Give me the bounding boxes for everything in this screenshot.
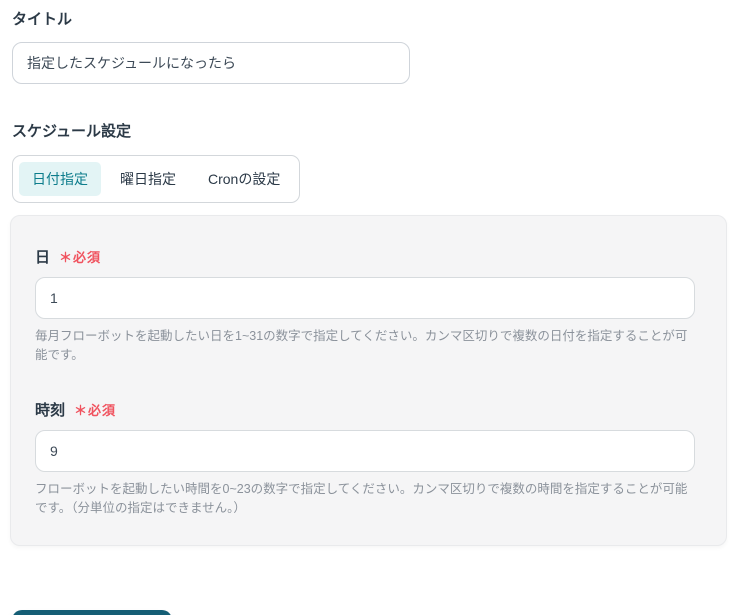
- tab-weekday-specify[interactable]: 曜日指定: [107, 162, 189, 196]
- time-label-row: 時刻 ＊必須: [35, 399, 693, 420]
- tab-cron-settings[interactable]: Cronの設定: [195, 162, 293, 196]
- time-input[interactable]: [35, 429, 695, 472]
- time-label: 時刻: [35, 401, 66, 419]
- schedule-settings-label: スケジュール設定: [12, 123, 131, 140]
- day-input[interactable]: [35, 277, 695, 319]
- time-field-group: 時刻 ＊必須 フローボットを起動したい時間を0~23の数字で指定してください。カ…: [35, 399, 695, 519]
- schedule-tab-group: 日付指定 曜日指定 Cronの設定: [12, 155, 301, 203]
- day-help-text: 毎月フローボットを起動したい日を1~31の数字で指定してください。カンマ区切りで…: [35, 329, 688, 363]
- save-button[interactable]: 保存する: [12, 609, 172, 615]
- date-schedule-panel: 日 ＊必須 毎月フローボットを起動したい日を1~31の数字で指定してください。カ…: [10, 215, 727, 546]
- title-label: タイトル: [12, 11, 73, 28]
- day-field-group: 日 ＊必須 毎月フローボットを起動したい日を1~31の数字で指定してください。カ…: [35, 246, 695, 366]
- tab-date-specify[interactable]: 日付指定: [19, 162, 101, 196]
- day-label: 日: [35, 249, 51, 266]
- title-input[interactable]: [12, 42, 410, 84]
- day-required-badge: ＊必須: [59, 250, 102, 265]
- day-label-row: 日 ＊必須: [35, 246, 693, 267]
- time-required-badge: ＊必須: [74, 402, 117, 418]
- schedule-trigger-settings-page: タイトル スケジュール設定 日付指定 曜日指定 Cronの設定 日 ＊必須 毎月…: [0, 0, 737, 615]
- time-help-text: フローボットを起動したい時間を0~23の数字で指定してください。カンマ区切りで複…: [35, 481, 688, 516]
